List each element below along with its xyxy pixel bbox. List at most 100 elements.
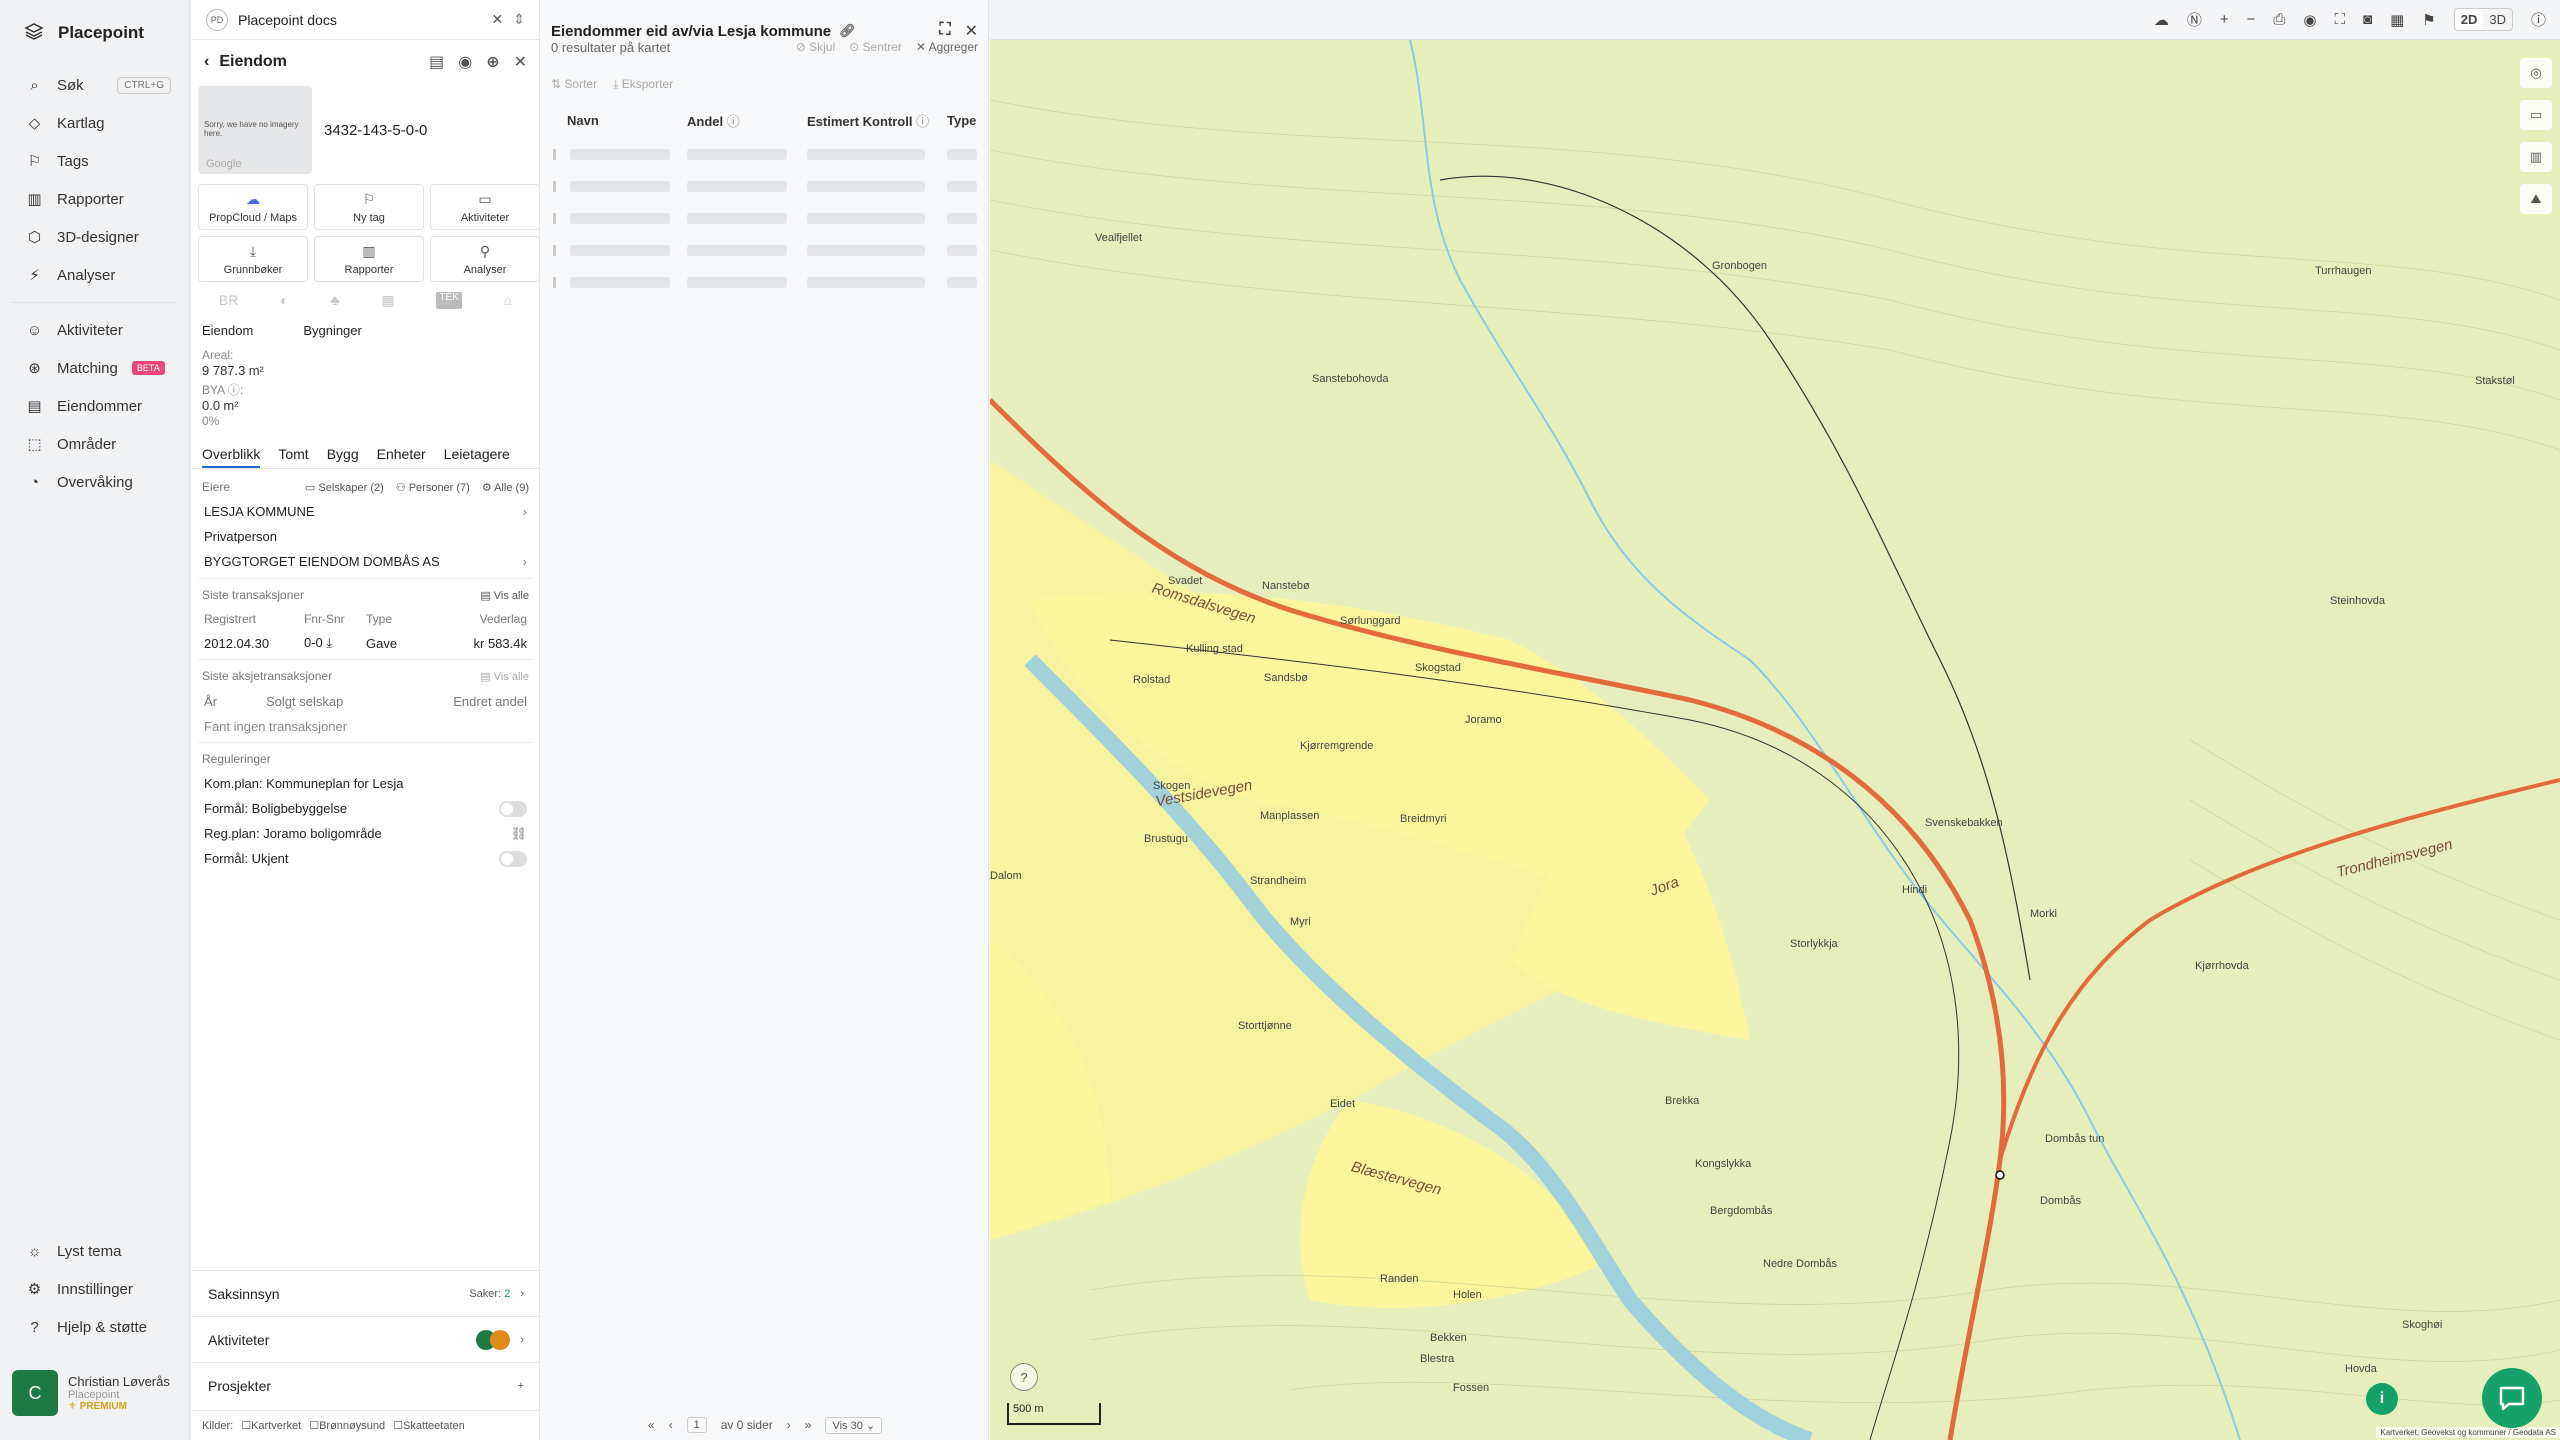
download-icon[interactable]: ⤓ bbox=[326, 635, 332, 650]
filter-companies[interactable]: ▭ Selskaper (2) bbox=[305, 481, 384, 494]
tab-leietagere[interactable]: Leietagere bbox=[444, 446, 510, 462]
filter-all[interactable]: ⚙ Alle (9) bbox=[482, 481, 529, 494]
grid-icon[interactable]: ▦ bbox=[2390, 11, 2404, 29]
owner-row[interactable]: BYGGTORGET EIENDOM DOMBÅS AS › bbox=[192, 549, 539, 574]
nav-item-s-k[interactable]: ⌕ Søk CTRL+G bbox=[0, 66, 189, 104]
bookmark-icon[interactable]: ⚑ bbox=[2422, 11, 2435, 29]
nav-item-tags[interactable]: ⚐ Tags bbox=[0, 142, 189, 180]
nav-item-overv-king[interactable]: ◔ Overvåking bbox=[0, 463, 189, 501]
plus-circle-icon[interactable]: ⊕ bbox=[486, 52, 499, 72]
nav-item-matching[interactable]: ⊛ Matching BETA bbox=[0, 349, 189, 387]
layers-toggle-icon[interactable]: ☁ bbox=[2154, 11, 2169, 29]
prev-page-icon[interactable]: ‹ bbox=[669, 1418, 673, 1432]
view-3d[interactable]: 3D bbox=[2483, 9, 2512, 30]
prosjekter-section[interactable]: Prosjekter + bbox=[192, 1362, 540, 1408]
aktiviteter-section[interactable]: Aktiviteter › bbox=[192, 1316, 540, 1362]
source-link[interactable]: ☐Brønnøysund bbox=[309, 1419, 385, 1432]
nav-item-innstillinger[interactable]: ⚙ Innstillinger bbox=[0, 1270, 190, 1308]
ruler-icon[interactable]: ▭ bbox=[2520, 100, 2552, 130]
chevron-updown-icon[interactable]: ⇕ bbox=[513, 11, 525, 28]
measure-icon[interactable]: ◎ bbox=[2520, 58, 2552, 88]
subtab-eiendom[interactable]: Eiendom bbox=[202, 323, 253, 338]
new-tag-tile[interactable]: ⚐ Ny tag bbox=[314, 184, 424, 230]
saksinnsyn-section[interactable]: Saksinnsyn Saker: 2 › bbox=[192, 1270, 540, 1316]
analyses-tile[interactable]: ⚲ Analyser bbox=[430, 236, 540, 282]
subtab-bygninger[interactable]: Bygninger bbox=[303, 323, 362, 338]
source-link[interactable]: ☐Kartverket bbox=[241, 1419, 301, 1432]
close-icon[interactable]: ✕ bbox=[514, 52, 527, 72]
help-icon: ? bbox=[30, 1318, 39, 1336]
link-icon[interactable]: 🔗︎ bbox=[839, 23, 856, 39]
nav-item-lyst-tema[interactable]: ☼ Lyst tema bbox=[0, 1232, 190, 1270]
close-icon[interactable]: ✕ bbox=[965, 21, 978, 41]
back-icon[interactable]: ‹ bbox=[204, 53, 209, 71]
zoom-in-icon[interactable]: + bbox=[2220, 11, 2229, 28]
zoom-out-icon[interactable]: − bbox=[2247, 11, 2256, 28]
camera-icon[interactable]: ◙ bbox=[2363, 11, 2372, 28]
nav-item-rapporter[interactable]: ▥ Rapporter bbox=[0, 180, 189, 218]
toggle[interactable] bbox=[499, 800, 527, 817]
map-info-button[interactable]: i bbox=[2366, 1383, 2398, 1415]
globe-icon[interactable]: ◐ bbox=[280, 292, 288, 309]
home-icon[interactable]: ⌂ bbox=[504, 292, 512, 309]
hide-button[interactable]: ⊘ Skjul bbox=[796, 40, 835, 54]
map-canvas[interactable]: Vealfjellet Gronbogen Turrhaugen Sansteboho… bbox=[990, 0, 2560, 1440]
fullscreen-icon[interactable]: ⛶ bbox=[2335, 11, 2346, 28]
close-icon[interactable]: ✕ bbox=[492, 11, 504, 28]
view-mode-toggle[interactable]: 2D 3D bbox=[2453, 8, 2513, 31]
sort-button[interactable]: ⇅ Sorter bbox=[551, 77, 597, 92]
info-icon[interactable]: ⓘ bbox=[228, 383, 240, 397]
nav-item-3d-designer[interactable]: ⬡ 3D-designer bbox=[0, 218, 189, 256]
stats-icon[interactable]: ▦ bbox=[381, 292, 394, 309]
page-size-select[interactable]: Vis 30 ⌄ bbox=[825, 1416, 883, 1434]
br-icon[interactable]: BR bbox=[219, 292, 238, 309]
land-register-tile[interactable]: ⤓ Grunnbøker bbox=[198, 236, 308, 282]
view-all-transactions[interactable]: ▤ Vis alle bbox=[480, 589, 529, 602]
first-page-icon[interactable]: « bbox=[648, 1418, 655, 1432]
source-link[interactable]: ☐Skatteetaten bbox=[393, 1419, 465, 1432]
nav-item-aktiviteter[interactable]: ☺ Aktiviteter bbox=[0, 311, 189, 349]
filter-persons[interactable]: ⚇ Personer (7) bbox=[396, 481, 470, 494]
terrain-icon[interactable]: ⛰ bbox=[2520, 184, 2552, 214]
tab-overblikk[interactable]: Overblikk bbox=[202, 446, 261, 468]
eye-icon[interactable]: ◉ bbox=[458, 52, 472, 72]
reports-tile[interactable]: ▥ Rapporter bbox=[314, 236, 424, 282]
view-2d[interactable]: 2D bbox=[2454, 9, 2484, 30]
tab-bygg[interactable]: Bygg bbox=[327, 446, 359, 462]
expand-icon[interactable]: ⛶ bbox=[939, 21, 950, 41]
table-row[interactable]: 2012.04.30 0-0 ⤓ Gave kr 583.4k bbox=[192, 631, 539, 655]
next-page-icon[interactable]: › bbox=[787, 1418, 791, 1432]
tek-icon[interactable]: TEK bbox=[436, 292, 462, 309]
tab-enheter[interactable]: Enheter bbox=[377, 446, 426, 462]
nav-item-omr-der[interactable]: ⬚ Områder bbox=[0, 425, 189, 463]
export-button[interactable]: ⤓ Eksporter bbox=[613, 77, 673, 92]
nav-item-kartlag[interactable]: ◇ Kartlag bbox=[0, 104, 189, 142]
nature-icon[interactable]: ♣ bbox=[330, 292, 339, 309]
user-card[interactable]: C Christian Løverås Placepoint ⚜ PREMIUM bbox=[12, 1367, 180, 1419]
tab-tomt[interactable]: Tomt bbox=[278, 446, 308, 462]
bar-chart-icon[interactable]: ▥ bbox=[2520, 142, 2552, 172]
center-button[interactable]: ⊙ Sentrer bbox=[849, 40, 902, 54]
owner-row[interactable]: LESJA KOMMUNE › bbox=[192, 499, 539, 524]
id-card-icon[interactable]: ▤ bbox=[429, 52, 444, 72]
eye-icon[interactable]: ◉ bbox=[2303, 11, 2316, 29]
nav-item-eiendommer[interactable]: ▤ Eiendommer bbox=[0, 387, 189, 425]
info-icon[interactable]: ⓘ bbox=[2531, 9, 2546, 30]
page-input[interactable]: 1 bbox=[686, 1417, 707, 1433]
docs-bar[interactable]: PD Placepoint docs ✕ ⇕ bbox=[192, 0, 539, 40]
brand[interactable]: Placepoint bbox=[0, 0, 189, 66]
aggregate-button[interactable]: ✕ Aggreger bbox=[916, 40, 978, 54]
print-icon[interactable]: ⎙ bbox=[2273, 11, 2285, 28]
toggle[interactable] bbox=[499, 850, 527, 867]
compass-icon[interactable]: Ⓝ bbox=[2187, 9, 2202, 30]
view-all-share-transactions[interactable]: ▤ Vis alle bbox=[480, 670, 529, 683]
plus-icon[interactable]: + bbox=[518, 1380, 524, 1392]
link-icon[interactable]: ⛓ bbox=[510, 826, 527, 842]
nav-item-hjelp-st-tte[interactable]: ? Hjelp & støtte bbox=[0, 1308, 190, 1346]
nav-item-analyser[interactable]: ⚡ Analyser bbox=[0, 256, 189, 294]
activities-tile[interactable]: ▭ Aktiviteter bbox=[430, 184, 540, 230]
last-page-icon[interactable]: » bbox=[805, 1418, 812, 1432]
map-help-icon[interactable]: ? bbox=[1010, 1363, 1038, 1391]
chat-button[interactable] bbox=[2482, 1368, 2542, 1428]
propcloud-tile[interactable]: ☁ PropCloud / Maps bbox=[198, 184, 308, 230]
